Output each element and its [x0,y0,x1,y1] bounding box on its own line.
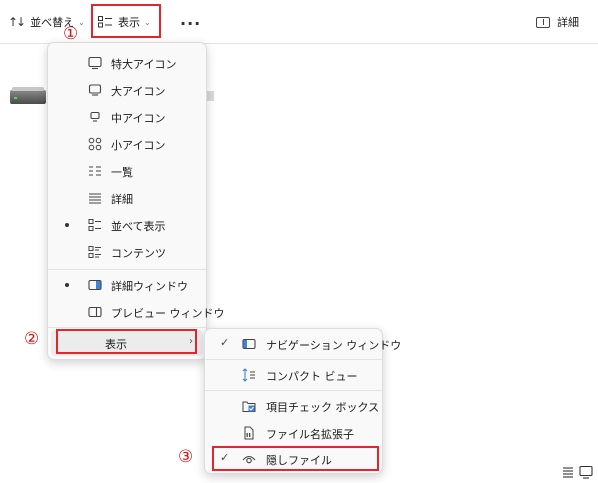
menu-separator [48,269,206,270]
step-1-marker: ① [63,24,79,44]
view-label: 表示 [118,16,140,29]
menu-item-label: コンテンツ [111,247,166,260]
monitor-icon [88,84,102,96]
tiles-icon [88,219,101,231]
menu-item-label: 小アイコン [111,139,166,152]
menu-item-details[interactable]: 詳細 [51,185,203,211]
menu-item-large-icons[interactable]: 大アイコン [51,77,203,103]
large-icons-view-icon [579,465,593,479]
menu-item-label: 隠しファイル [266,454,332,467]
menu-item-label: 大アイコン [111,85,166,98]
menu-item-label: 一覧 [111,166,133,179]
menu-item-hidden-files[interactable]: ✓ 隠しファイル [208,446,379,472]
chevron-down-icon: ⌄ [78,17,85,27]
menu-item-extra-large-icons[interactable]: 特大アイコン [51,50,203,76]
menu-item-file-extensions[interactable]: ファイル名拡張子 [208,420,379,446]
compact-view-icon [242,368,255,382]
menu-item-label: ナビゲーション ウィンドウ [266,339,402,352]
details-pane-button[interactable]: 詳細 [536,13,579,31]
menu-item-label: 特大アイコン [111,58,177,71]
menu-item-label: 表示 [105,338,127,351]
menu-separator [205,359,382,360]
menu-item-label: 詳細 [111,193,133,206]
details-pane-icon [88,279,102,291]
drive-icon[interactable] [10,87,46,104]
sort-arrows-icon: ↑↓ [8,15,26,29]
menu-item-label: 項目チェック ボックス [266,401,380,414]
menu-item-label: コンパクト ビュー [266,370,358,383]
menu-item-label: 詳細ウィンドウ [111,280,188,293]
menu-item-list[interactable]: 一覧 [51,158,203,184]
menu-item-navigation-pane[interactable]: ✓ ナビゲーション ウィンドウ [208,331,401,357]
menu-item-label: 中アイコン [111,112,166,125]
preview-pane-icon [88,306,102,318]
details-pane-icon [536,16,550,28]
menu-item-item-checkboxes[interactable]: 項目チェック ボックス [208,393,379,419]
chevron-down-icon: ⌄ [144,17,151,27]
view-toggle-buttons[interactable] [562,465,594,479]
selected-bullet-icon [65,223,69,227]
selected-bullet-icon [65,283,69,287]
details-list-icon [89,193,101,204]
menu-item-tiles[interactable]: 並べて表示 [51,212,203,238]
list-icon [89,166,101,176]
grid-icon [88,137,102,151]
menu-item-label: プレビュー ウィンドウ [111,307,225,320]
menu-item-medium-icons[interactable]: 中アイコン [51,104,203,130]
checkmark-icon: ✓ [220,336,230,349]
menu-separator [205,390,382,391]
menu-item-show[interactable]: 表示 › [51,330,203,356]
menu-item-compact-view[interactable]: コンパクト ビュー [208,362,379,388]
menu-item-preview-pane[interactable]: プレビュー ウィンドウ [51,299,225,325]
nav-pane-icon [242,338,256,350]
checkmark-icon: ✓ [220,451,230,464]
step-3-marker: ③ [178,447,194,467]
details-view-icon [563,467,573,478]
small-monitor-icon [90,111,100,122]
view-list-icon [98,16,112,28]
chevron-right-icon: › [189,336,193,347]
menu-item-label: 並べて表示 [111,220,166,233]
checkbox-folder-icon [242,401,256,412]
menu-item-details-pane[interactable]: 詳細ウィンドウ [51,272,203,298]
eye-icon [242,455,256,464]
file-extension-icon [244,426,254,440]
view-menu: 特大アイコン 大アイコン 中アイコン 小アイコン 一覧 詳細 並べて表示 コンテ… [47,42,225,360]
menu-item-small-icons[interactable]: 小アイコン [51,131,203,157]
view-button[interactable]: 表示 ⌄ [98,13,151,31]
details-label: 詳細 [557,16,579,29]
step-2-marker: ② [24,329,40,349]
command-bar: ↑↓ 並べ替え ⌄ 表示 ⌄ ... 詳細 [0,0,598,44]
monitor-icon [88,56,102,70]
more-options-button[interactable]: ... [180,10,201,29]
menu-separator [48,327,206,328]
show-submenu: ✓ ナビゲーション ウィンドウ コンパクト ビュー 項目チェック ボックス ファ… [204,328,401,474]
menu-item-label: ファイル名拡張子 [266,428,354,441]
content-icon [88,246,101,258]
menu-item-content[interactable]: コンテンツ [51,239,203,265]
